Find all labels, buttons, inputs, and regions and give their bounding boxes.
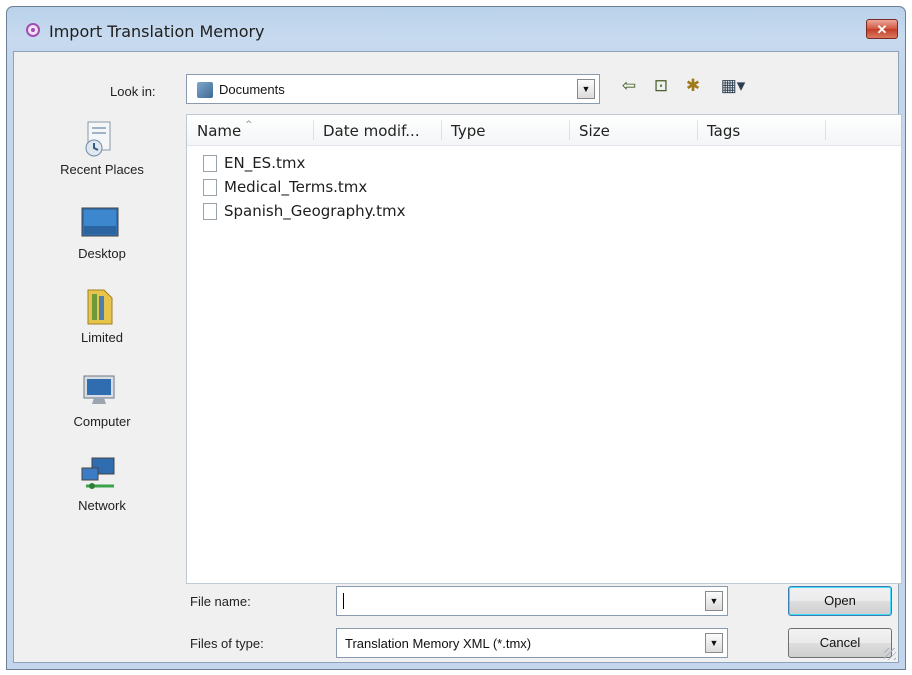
dialog-title: Import Translation Memory xyxy=(49,22,265,41)
places-bar: Recent Places Desktop Limited Computer N… xyxy=(22,112,182,524)
new-folder-icon[interactable]: ✱ xyxy=(682,76,704,96)
computer-icon xyxy=(83,375,115,404)
column-divider[interactable] xyxy=(569,120,570,140)
place-network[interactable]: Network xyxy=(22,448,182,532)
file-icon xyxy=(203,203,217,220)
chevron-down-icon[interactable]: ▼ xyxy=(705,633,723,653)
close-button[interactable]: ✕ xyxy=(866,19,898,39)
place-recent-places[interactable]: Recent Places xyxy=(22,112,182,196)
resize-grip[interactable] xyxy=(884,648,896,660)
dialog-client-area: Look in: Documents ▼ ⇦ ⊡ ✱ ▦▾ Recent Pla… xyxy=(13,51,902,663)
column-header-tags[interactable]: Tags xyxy=(707,122,740,140)
file-list[interactable]: Name ^ Date modif... Type Size Tags EN_E… xyxy=(186,114,902,584)
column-divider[interactable] xyxy=(441,120,442,140)
files-of-type-value: Translation Memory XML (*.tmx) xyxy=(345,636,532,651)
column-header-name[interactable]: Name ^ xyxy=(197,120,253,140)
file-name: Medical_Terms.tmx xyxy=(224,178,368,196)
documents-folder-icon xyxy=(197,82,213,98)
file-name-label: File name: xyxy=(190,594,251,609)
column-divider[interactable] xyxy=(825,120,826,140)
chevron-down-icon[interactable]: ▼ xyxy=(705,591,723,611)
place-computer[interactable]: Computer xyxy=(22,364,182,448)
column-header-size[interactable]: Size xyxy=(579,122,610,140)
user-folder-icon xyxy=(87,289,113,325)
place-label: Limited xyxy=(81,330,123,345)
place-label: Recent Places xyxy=(60,162,144,177)
sort-ascending-icon: ^ xyxy=(245,120,253,130)
text-cursor xyxy=(343,593,344,609)
column-header-date-modified[interactable]: Date modif... xyxy=(323,122,420,140)
file-name: EN_ES.tmx xyxy=(224,154,306,172)
back-arrow-icon[interactable]: ⇦ xyxy=(618,76,640,96)
column-divider[interactable] xyxy=(313,120,314,140)
cancel-button[interactable]: Cancel xyxy=(788,628,892,658)
place-label: Desktop xyxy=(78,246,126,261)
file-icon xyxy=(203,155,217,172)
file-name-input[interactable]: ▼ xyxy=(336,586,728,616)
chevron-down-icon[interactable]: ▼ xyxy=(577,79,595,99)
file-name: Spanish_Geography.tmx xyxy=(224,202,406,220)
look-in-label: Look in: xyxy=(110,84,156,99)
place-limited[interactable]: Limited xyxy=(22,280,182,364)
column-label: Name xyxy=(197,122,242,140)
open-button[interactable]: Open xyxy=(788,586,892,616)
look-in-dropdown[interactable]: Documents ▼ xyxy=(186,74,600,104)
files-of-type-label: Files of type: xyxy=(190,636,264,651)
place-label: Network xyxy=(78,498,126,513)
network-icon xyxy=(81,457,115,489)
column-headers: Name ^ Date modif... Type Size Tags xyxy=(187,115,901,146)
files-of-type-dropdown[interactable]: Translation Memory XML (*.tmx) ▼ xyxy=(336,628,728,658)
column-divider[interactable] xyxy=(697,120,698,140)
desktop-icon xyxy=(81,207,119,237)
recent-places-icon xyxy=(85,121,111,157)
column-header-type[interactable]: Type xyxy=(451,122,485,140)
up-folder-icon[interactable]: ⊡ xyxy=(650,76,672,96)
look-in-value: Documents xyxy=(219,82,285,97)
title-bar[interactable]: Import Translation Memory ✕ xyxy=(7,7,905,51)
file-icon xyxy=(203,179,217,196)
import-dialog: Import Translation Memory ✕ Look in: Doc… xyxy=(6,6,906,670)
place-desktop[interactable]: Desktop xyxy=(22,196,182,280)
app-icon xyxy=(26,23,40,37)
views-menu-icon[interactable]: ▦▾ xyxy=(716,76,750,96)
place-label: Computer xyxy=(73,414,131,429)
